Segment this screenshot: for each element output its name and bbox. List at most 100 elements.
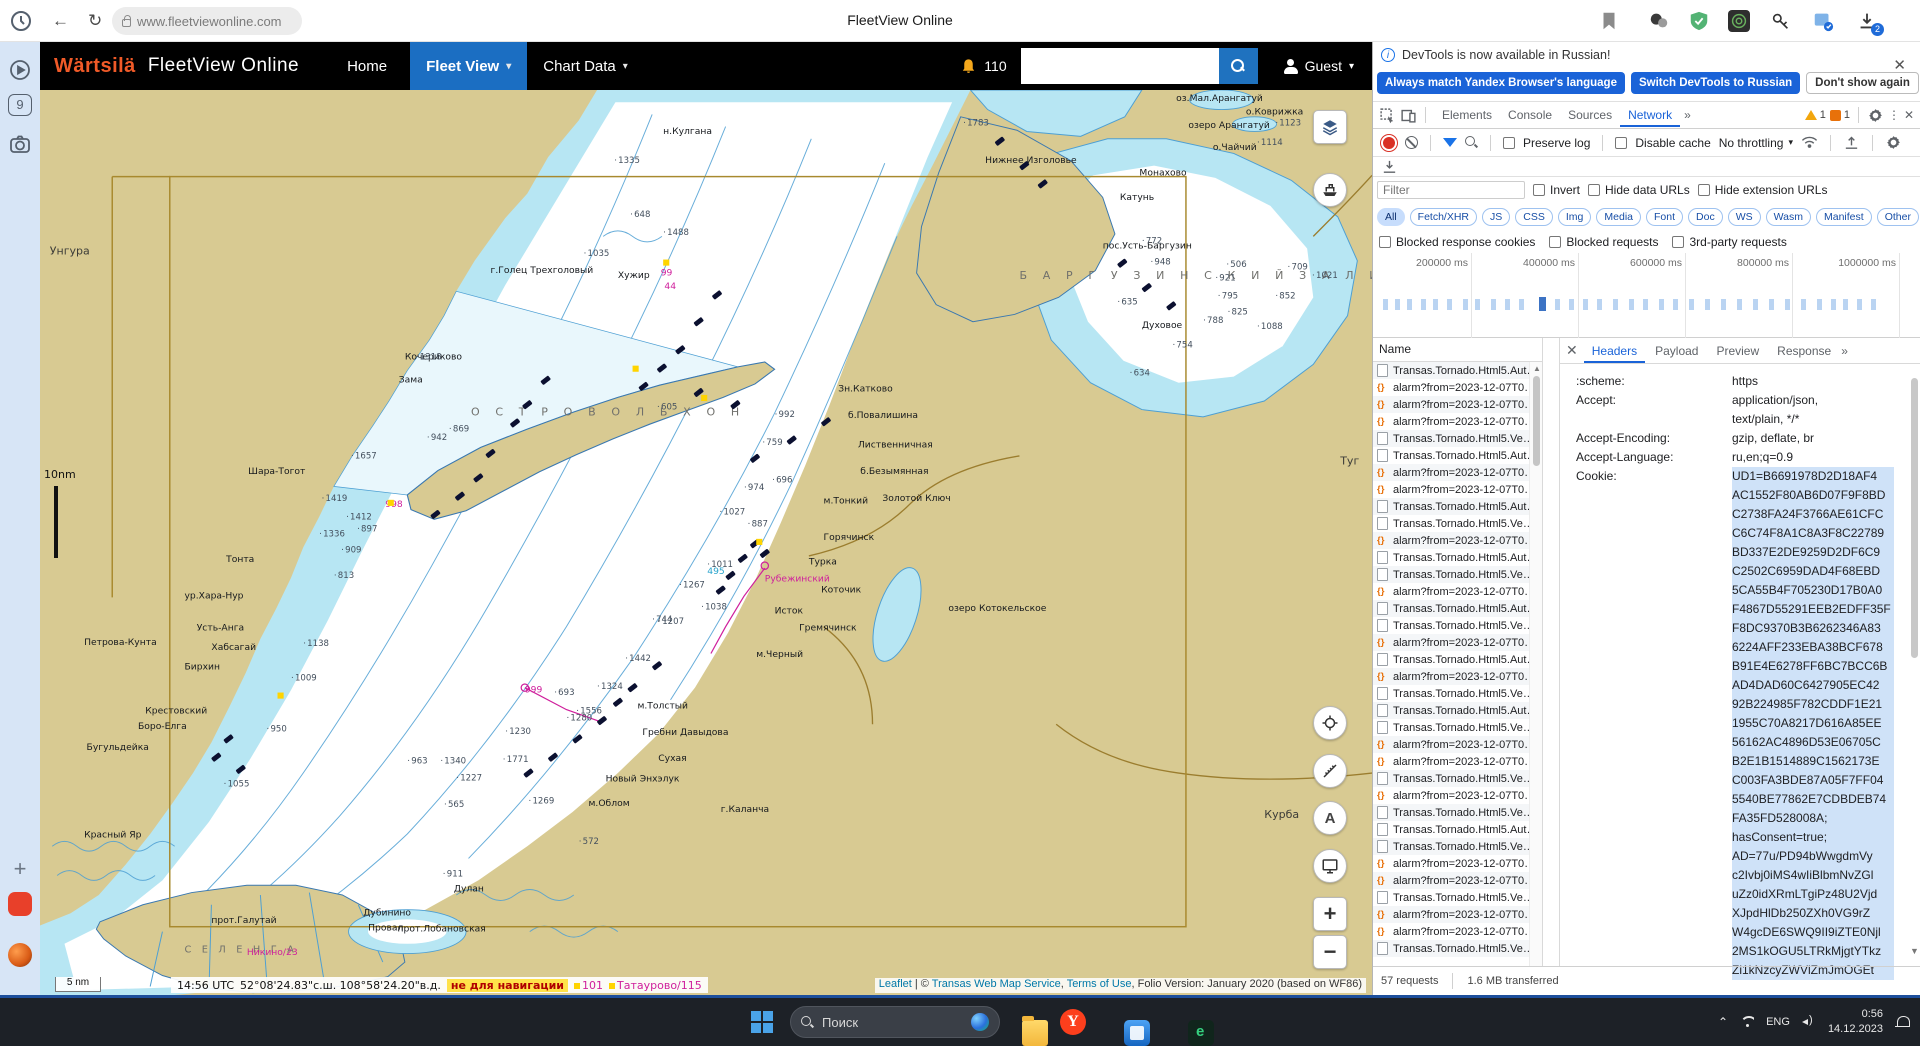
request-row[interactable]: alarm?from=2023-12-07T00…	[1373, 379, 1542, 396]
language-indicator[interactable]: ENG	[1766, 1016, 1790, 1028]
wartsila-logo[interactable]: Wärtsilä	[54, 55, 136, 78]
invert-checkbox[interactable]	[1533, 184, 1545, 196]
filter-funnel-icon[interactable]	[1443, 138, 1457, 147]
adguard-shield-icon[interactable]	[1688, 10, 1710, 32]
request-row[interactable]: alarm?from=2023-12-07T00…	[1373, 906, 1542, 923]
preserve-log-checkbox[interactable]	[1503, 137, 1515, 149]
disable-cache-checkbox[interactable]	[1615, 137, 1627, 149]
header-value[interactable]: FA35FD528008A;	[1732, 809, 1894, 828]
header-value[interactable]: 56162AC4896D53E06705C	[1732, 733, 1894, 752]
devtools-tab[interactable]: Console	[1500, 103, 1560, 127]
request-type-chip[interactable]: All	[1377, 208, 1405, 226]
blocked-filter[interactable]: 3rd-party requests	[1672, 235, 1786, 249]
sidebar-red-app-icon[interactable]	[8, 892, 32, 916]
request-row[interactable]: Transas.Tornado.Html5.Auth…	[1373, 549, 1542, 566]
header-value[interactable]: B2E1B1514889C1562173E	[1732, 752, 1894, 771]
kebab-menu-icon[interactable]: ⋮	[1888, 108, 1900, 122]
volume-icon[interactable]	[1802, 1016, 1816, 1028]
devtools-tab[interactable]: Network	[1620, 103, 1680, 127]
header-value[interactable]: c2Ivbj0iMS4wIiBlbmNvZGl	[1732, 866, 1894, 885]
network-overview-timeline[interactable]: 200000 ms400000 ms600000 ms800000 ms1000…	[1373, 253, 1920, 338]
terms-link[interactable]: Terms of Use	[1067, 978, 1132, 990]
requests-scrollbar[interactable]: ▲	[1529, 362, 1542, 966]
zoom-out-button[interactable]: −	[1313, 935, 1347, 969]
header-value[interactable]: XJpdHlDb250ZXh0VG9rZ	[1732, 904, 1894, 923]
record-network-icon[interactable]	[1383, 137, 1395, 149]
request-row[interactable]: Transas.Tornado.Html5.Vess…	[1373, 566, 1542, 583]
devtools-tab[interactable]: Elements	[1434, 103, 1500, 127]
header-value[interactable]: gzip, deflate, br	[1732, 429, 1894, 448]
blue-app-icon[interactable]	[1124, 1020, 1150, 1046]
nav-item[interactable]: Chart Data ▾	[527, 42, 644, 90]
request-row[interactable]: Transas.Tornado.Html5.Auth…	[1373, 702, 1542, 719]
request-row[interactable]: Transas.Tornado.Html5.Vess…	[1373, 617, 1542, 634]
header-value[interactable]: hasConsent=true;	[1732, 828, 1894, 847]
header-value[interactable]: C2738FA24F3766AE61CFC	[1732, 505, 1894, 524]
request-row[interactable]: Transas.Tornado.Html5.Auth…	[1373, 362, 1542, 379]
user-menu[interactable]: Guest ▾	[1284, 58, 1354, 74]
screen-view-button[interactable]	[1313, 849, 1347, 883]
request-row[interactable]: Transas.Tornado.Html5.Vess…	[1373, 685, 1542, 702]
header-value[interactable]: C2502C6959DAD4F68EBD	[1732, 562, 1894, 581]
inspect-element-icon[interactable]	[1379, 107, 1396, 124]
header-value[interactable]: 5540BE77862E7CDBDEB74	[1732, 790, 1894, 809]
device-toolbar-icon[interactable]	[1400, 107, 1417, 124]
request-row[interactable]: Transas.Tornado.Html5.Vess…	[1373, 719, 1542, 736]
header-value[interactable]: UD1=B6691978D2D18AF4	[1732, 467, 1894, 486]
product-logo[interactable]: FleetView Online	[148, 55, 299, 77]
match-language-button[interactable]: Always match Yandex Browser's language	[1377, 72, 1625, 94]
request-row[interactable]: alarm?from=2023-12-07T00…	[1373, 464, 1542, 481]
header-value[interactable]: B91E4E6278FF6BC7BCC6B	[1732, 657, 1894, 676]
transas-link[interactable]: Transas Web Map Service	[932, 978, 1061, 990]
request-type-chip[interactable]: Doc	[1688, 208, 1723, 226]
request-row[interactable]: Transas.Tornado.Html5.Vess…	[1373, 804, 1542, 821]
header-value[interactable]: C003FA3BDE87A05F7FF04	[1732, 771, 1894, 790]
request-type-chip[interactable]: Media	[1596, 208, 1641, 226]
request-row[interactable]: Transas.Tornado.Html5.Vess…	[1373, 838, 1542, 855]
request-row[interactable]: Transas.Tornado.Html5.Auth…	[1373, 600, 1542, 617]
taskbar-clock[interactable]: 0:56 14.12.2023	[1828, 1007, 1883, 1037]
play-icon[interactable]	[8, 58, 32, 82]
header-value[interactable]: AC1552F80AB6D07F9F8BD	[1732, 486, 1894, 505]
request-row[interactable]: Transas.Tornado.Html5.Vess…	[1373, 430, 1542, 447]
yandex-browser-icon[interactable]: Y	[1060, 1009, 1086, 1035]
request-row[interactable]: alarm?from=2023-12-07T00…	[1373, 753, 1542, 770]
request-row[interactable]: Transas.Tornado.Html5.Vess…	[1373, 889, 1542, 906]
dark-extension-icon[interactable]	[1728, 10, 1750, 32]
request-row[interactable]: alarm?from=2023-12-07T00…	[1373, 668, 1542, 685]
request-row[interactable]: Transas.Tornado.Html5.Auth…	[1373, 651, 1542, 668]
header-value[interactable]: W4gcDE6SWQ9II9iZTE0Njl	[1732, 923, 1894, 942]
search-button[interactable]	[1219, 48, 1258, 84]
taskbar-search[interactable]: Поиск	[790, 1006, 1000, 1038]
nav-item[interactable]: Fleet View ▾	[410, 42, 527, 90]
request-row[interactable]: alarm?from=2023-12-07T00…	[1373, 787, 1542, 804]
details-tab[interactable]: Headers	[1584, 339, 1645, 363]
measure-button[interactable]	[1313, 754, 1347, 788]
password-key-icon[interactable]	[1770, 10, 1792, 32]
file-explorer-icon[interactable]	[1022, 1020, 1048, 1046]
header-value[interactable]: BD337E2DE9259D2DF6C9	[1732, 543, 1894, 562]
image-check-icon[interactable]	[1812, 10, 1834, 32]
request-row[interactable]: alarm?from=2023-12-07T00…	[1373, 855, 1542, 872]
request-row[interactable]: alarm?from=2023-12-07T00…	[1373, 583, 1542, 600]
request-row[interactable]: Transas.Tornado.Html5.Auth…	[1373, 447, 1542, 464]
settings-gear-icon[interactable]	[1867, 107, 1884, 124]
request-row[interactable]: alarm?from=2023-12-07T00…	[1373, 396, 1542, 413]
throttling-dropdown[interactable]: No throttling ▾	[1719, 136, 1793, 150]
hide-data-urls-checkbox[interactable]	[1588, 184, 1600, 196]
green-app-icon[interactable]	[1188, 1020, 1214, 1046]
switch-russian-button[interactable]: Switch DevTools to Russian	[1631, 72, 1800, 94]
dont-show-again-button[interactable]: Don't show again	[1806, 72, 1919, 94]
tray-overflow-icon[interactable]: ⌃	[1718, 1015, 1728, 1029]
hide-extension-urls-checkbox[interactable]	[1698, 184, 1710, 196]
request-row[interactable]: Transas.Tornado.Html5.Vess…	[1373, 515, 1542, 532]
nav-item[interactable]: Home	[331, 42, 410, 90]
tab-counter-badge[interactable]: 9	[8, 94, 32, 116]
request-row[interactable]: Transas.Tornado.Html5.Auth…	[1373, 821, 1542, 838]
notification-bell-icon[interactable]	[1895, 1015, 1910, 1030]
header-value[interactable]: 2MS1kOGU5LTRkMjgtYTkz	[1732, 942, 1894, 961]
network-icon[interactable]	[1740, 1016, 1754, 1028]
start-button[interactable]	[751, 1011, 773, 1033]
sidebar-sphere-app-icon[interactable]	[8, 943, 32, 967]
network-conditions-icon[interactable]	[1801, 134, 1818, 151]
